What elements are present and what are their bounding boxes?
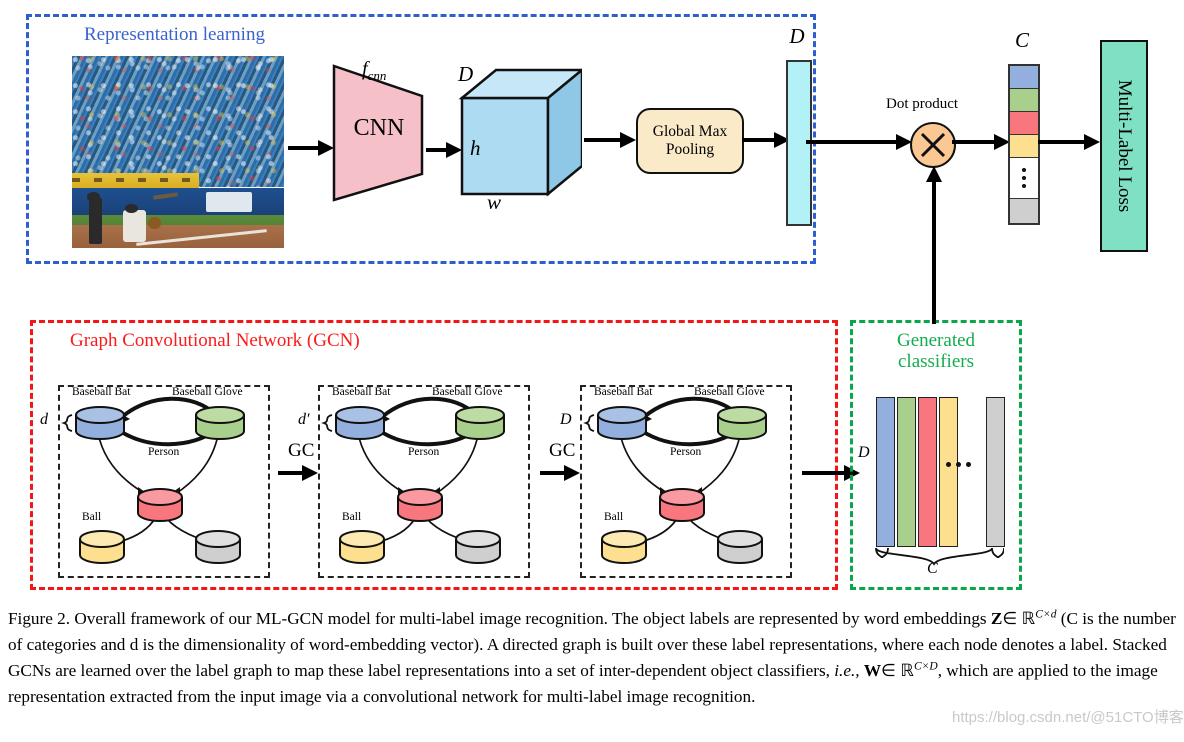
multi-label-loss-block: Multi-Label Loss — [1100, 40, 1148, 252]
classifier-bar — [918, 397, 937, 547]
classifier-bar — [897, 397, 916, 547]
pooling-label-line2: Pooling — [665, 141, 715, 158]
watermark: https://blog.csdn.net/@51CTO博客 — [952, 709, 1184, 726]
arrow-scores-to-loss — [1038, 134, 1100, 150]
global-max-pooling-block: Global Max Pooling — [636, 108, 744, 174]
gcn1-node-label-glove: Baseball Glove — [172, 386, 243, 398]
caption-w-symbol: W — [863, 661, 882, 681]
gcn1-node-label-person: Person — [148, 446, 180, 458]
gcn-graph-2 — [321, 396, 505, 564]
caption-part-1: Figure 2. Overall framework of our ML-GC… — [8, 609, 987, 628]
arrow-gc-2 — [540, 465, 580, 481]
region-representation-learning-title: Representation learning — [84, 24, 265, 45]
score-cell — [1010, 66, 1038, 89]
arrow-classifiers-to-dot — [926, 166, 942, 324]
gcn3-node-label-bat: Baseball Bat — [594, 386, 653, 398]
cube-width-label: w — [487, 190, 502, 214]
arrow-dot-to-scores — [952, 134, 1010, 150]
figure-caption: Figure 2. Overall framework of our ML-GC… — [8, 606, 1176, 711]
dot-product-label: Dot product — [886, 96, 959, 112]
cube-height-label: h — [470, 136, 481, 160]
classifier-bar — [939, 397, 958, 547]
generated-classifiers-line2: classifiers — [898, 351, 974, 373]
caption-z-relation: ∈ ℝ — [1002, 609, 1036, 628]
gc-label-1: GC — [288, 440, 315, 461]
gcn3-node-label-ball: Ball — [604, 511, 624, 523]
arrow-gc-1 — [278, 465, 318, 481]
classifier-ellipsis — [946, 462, 971, 467]
cnn-label: CNN — [353, 115, 405, 141]
pooling-label-line1: Global Max — [652, 122, 728, 140]
score-vector — [1008, 64, 1040, 225]
arrow-cube-to-pooling — [584, 132, 636, 148]
caption-z-symbol: Z — [990, 609, 1003, 628]
score-cell — [1010, 199, 1038, 223]
input-image-baseball — [72, 56, 284, 248]
gcn2-dim-label: d′ — [298, 411, 310, 428]
gcn2-node-label-person: Person — [408, 446, 440, 458]
classifier-bars — [876, 397, 1006, 547]
arrow-image-to-cnn — [288, 140, 334, 156]
score-cell-ellipsis — [1010, 158, 1038, 199]
gc-label-2: GC — [549, 440, 576, 461]
gcn1-dim-label: d — [40, 411, 48, 428]
cnn-function-label: fcnn — [362, 58, 387, 83]
caption-w-relation: ∈ ℝ — [881, 661, 914, 681]
gcn2-node-label-ball: Ball — [342, 511, 362, 523]
gcn2-node-label-glove: Baseball Glove — [432, 386, 503, 398]
caption-ie: i.e., — [834, 661, 860, 681]
arrow-feature-to-dot — [806, 134, 912, 150]
gcn-graph-1 — [61, 396, 245, 564]
score-cell — [1010, 89, 1038, 112]
arrow-pooling-to-feature — [742, 132, 790, 148]
classifier-bar — [986, 397, 1005, 547]
gcn3-dim-label: D — [560, 411, 572, 428]
caption-z-superscript: C×d — [1035, 608, 1057, 621]
gcn1-node-label-bat: Baseball Bat — [72, 386, 131, 398]
gcn-graph-3 — [583, 396, 767, 564]
cube-depth-label: D — [458, 62, 474, 86]
classifier-count-brace — [875, 547, 1004, 566]
figure-canvas: Representation learning CNN fcnn D h w G… — [0, 0, 1184, 600]
dot-product-node — [910, 122, 956, 168]
caption-w-superscript: C×D — [913, 660, 938, 673]
score-vector-label: C — [1014, 28, 1029, 52]
classifier-count-label: C — [927, 560, 938, 577]
feature-vector-dim-label: D — [789, 24, 805, 48]
gcn3-node-label-glove: Baseball Glove — [694, 386, 765, 398]
classifier-bar — [876, 397, 895, 547]
multi-label-loss-label: Multi-Label Loss — [1114, 79, 1135, 213]
gcn1-node-label-ball: Ball — [82, 511, 102, 523]
gcn2-node-label-bat: Baseball Bat — [332, 386, 391, 398]
region-gcn-title: Graph Convolutional Network (GCN) — [70, 330, 360, 351]
region-generated-classifiers-title: Generated classifiers — [876, 330, 996, 373]
generated-classifiers-line1: Generated — [896, 330, 976, 351]
score-cell — [1010, 112, 1038, 135]
score-cell — [1010, 135, 1038, 158]
gcn3-node-label-person: Person — [670, 446, 702, 458]
